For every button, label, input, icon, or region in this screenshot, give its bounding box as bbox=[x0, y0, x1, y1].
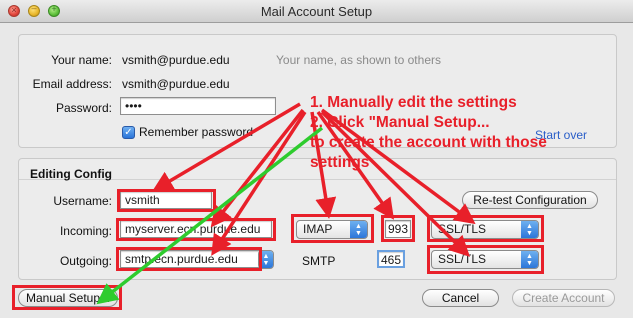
annotation-step1: 1. Manually edit the settings bbox=[310, 94, 517, 111]
annotation-step2c: settings bbox=[310, 154, 370, 171]
annotation-step2b: to create the account with those bbox=[310, 134, 547, 151]
annotation-step2: 2. Click "Manual Setup... bbox=[310, 114, 490, 131]
